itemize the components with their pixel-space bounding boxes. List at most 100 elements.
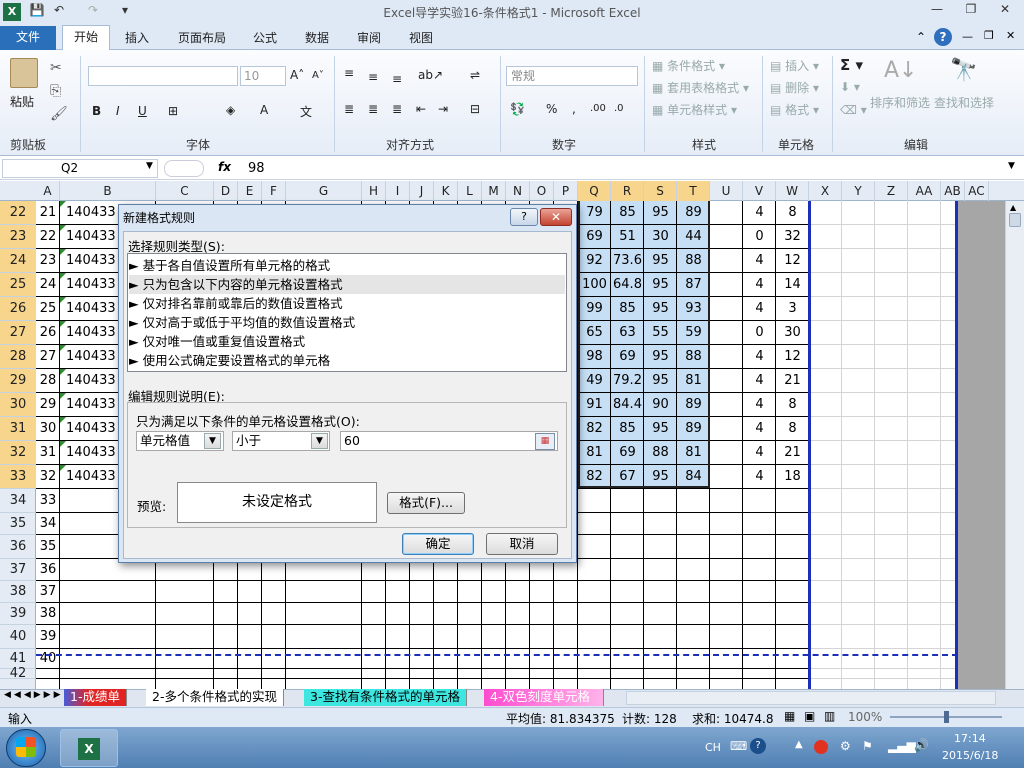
cell-styles-button[interactable]: ▦ 单元格样式 ▾ bbox=[652, 101, 737, 118]
cell-w[interactable]: 21 bbox=[776, 369, 809, 392]
column-header-aa[interactable]: AA bbox=[908, 181, 941, 201]
cut-icon[interactable]: ✂ bbox=[50, 60, 62, 76]
italic-icon[interactable]: I bbox=[116, 104, 120, 118]
cell-v[interactable]: 4 bbox=[743, 201, 776, 224]
cell-v[interactable]: 0 bbox=[743, 225, 776, 248]
column-header-l[interactable]: L bbox=[458, 181, 482, 201]
cell-a[interactable]: 27 bbox=[36, 345, 60, 368]
cell-w[interactable]: 18 bbox=[776, 465, 809, 488]
tab-review[interactable]: 审阅 bbox=[348, 27, 390, 50]
phonetic-icon[interactable]: 文 bbox=[300, 103, 312, 120]
shrink-font-icon[interactable]: A˅ bbox=[312, 70, 324, 81]
cell-a[interactable]: 32 bbox=[36, 465, 60, 488]
cancel-button[interactable]: 取消 bbox=[486, 533, 558, 555]
scroll-up-icon[interactable]: ▲ bbox=[1010, 203, 1016, 212]
cell-v[interactable]: 4 bbox=[743, 297, 776, 320]
column-header-p[interactable]: P bbox=[554, 181, 578, 201]
formula-value[interactable]: 98 bbox=[248, 161, 265, 176]
close-button[interactable]: ✕ bbox=[992, 2, 1018, 20]
cell-a[interactable]: 33 bbox=[36, 489, 60, 512]
ime-help-icon[interactable]: ? bbox=[750, 738, 766, 754]
input-language[interactable]: CH bbox=[705, 741, 721, 754]
cell-v[interactable]: 4 bbox=[743, 273, 776, 296]
cell-a[interactable]: 22 bbox=[36, 225, 60, 248]
name-box-dropdown-icon[interactable]: ▼ bbox=[146, 161, 153, 171]
cell-v[interactable]: 4 bbox=[743, 465, 776, 488]
copy-icon[interactable]: ⎘ bbox=[50, 83, 61, 99]
tab-page-layout[interactable]: 页面布局 bbox=[170, 27, 234, 50]
column-header-d[interactable]: D bbox=[214, 181, 238, 201]
tab-file[interactable]: 文件 bbox=[0, 26, 56, 50]
decrease-decimal-icon[interactable]: .0 bbox=[614, 103, 624, 114]
cell-a[interactable]: 24 bbox=[36, 273, 60, 296]
row-header[interactable]: 23 bbox=[0, 225, 36, 249]
tab-insert[interactable]: 插入 bbox=[116, 27, 158, 50]
column-header-n[interactable]: N bbox=[506, 181, 530, 201]
rule-type-item[interactable]: ► 基于各自值设置所有单元格的格式 bbox=[129, 256, 565, 275]
rule-type-item[interactable]: ► 仅对唯一值或重复值设置格式 bbox=[129, 332, 565, 351]
row-header[interactable]: 39 bbox=[0, 603, 36, 625]
tray-app-icon[interactable]: ⚙ bbox=[840, 739, 851, 753]
align-middle-icon[interactable]: ≡ bbox=[368, 70, 378, 84]
column-header-o[interactable]: O bbox=[530, 181, 554, 201]
cell-v[interactable]: 4 bbox=[743, 345, 776, 368]
cell-w[interactable]: 8 bbox=[776, 417, 809, 440]
doc-close-icon[interactable]: ✕ bbox=[1006, 29, 1015, 42]
cell-a[interactable]: 29 bbox=[36, 393, 60, 416]
cell-value-dropdown-icon[interactable]: ▼ bbox=[204, 433, 221, 449]
sheet-tab-3[interactable]: 3-查找有条件格式的单元格 bbox=[304, 689, 467, 706]
cell-w[interactable]: 21 bbox=[776, 441, 809, 464]
sheet-tab-1[interactable]: 1-成绩单 bbox=[64, 689, 127, 706]
tab-home[interactable]: 开始 bbox=[62, 25, 110, 50]
align-bottom-icon[interactable]: ≡ bbox=[392, 72, 402, 86]
vertical-scrollbar[interactable]: ▲ bbox=[1005, 201, 1024, 689]
border-icon[interactable]: ⊞ bbox=[168, 104, 178, 118]
tab-formulas[interactable]: 公式 bbox=[244, 27, 286, 50]
horizontal-scrollbar[interactable] bbox=[626, 691, 996, 705]
autosum-icon[interactable]: Σ ▾ bbox=[840, 56, 863, 74]
cell-w[interactable]: 8 bbox=[776, 393, 809, 416]
network-icon[interactable]: ▂▄▆ bbox=[888, 739, 916, 753]
row-header[interactable]: 35 bbox=[0, 513, 36, 535]
clock-date[interactable]: 2015/6/18 bbox=[942, 749, 998, 762]
number-format-combo[interactable]: 常规 bbox=[506, 66, 638, 86]
cell-v[interactable]: 4 bbox=[743, 249, 776, 272]
help-icon[interactable]: ? bbox=[934, 28, 952, 46]
row-header[interactable]: 37 bbox=[0, 559, 36, 581]
row-header[interactable]: 29 bbox=[0, 369, 36, 393]
cell-a[interactable]: 38 bbox=[36, 603, 60, 624]
column-header-r[interactable]: R bbox=[611, 181, 644, 201]
wrap-text-icon[interactable]: ⇌ bbox=[470, 68, 480, 82]
row-header[interactable]: 25 bbox=[0, 273, 36, 297]
row-header[interactable]: 33 bbox=[0, 465, 36, 489]
row-header[interactable]: 26 bbox=[0, 297, 36, 321]
cell-a[interactable]: 35 bbox=[36, 535, 60, 558]
cell-a[interactable]: 21 bbox=[36, 201, 60, 224]
cell-a[interactable]: 34 bbox=[36, 513, 60, 534]
row-header[interactable]: 40 bbox=[0, 625, 36, 649]
rule-type-item[interactable]: ► 仅对高于或低于平均值的数值设置格式 bbox=[129, 313, 565, 332]
cell-a[interactable]: 31 bbox=[36, 441, 60, 464]
taskbar-excel-button[interactable]: X bbox=[60, 729, 118, 767]
cell-w[interactable]: 14 bbox=[776, 273, 809, 296]
cell-v[interactable]: 4 bbox=[743, 417, 776, 440]
clock-time[interactable]: 17:14 bbox=[954, 732, 986, 745]
orientation-icon[interactable]: ab↗ bbox=[418, 68, 443, 82]
column-header-f[interactable]: F bbox=[262, 181, 286, 201]
format-button[interactable]: 格式(F)... bbox=[387, 492, 465, 514]
cell-v[interactable]: 0 bbox=[743, 321, 776, 344]
normal-view-icon[interactable]: ▦ bbox=[784, 709, 795, 723]
column-header-ac[interactable]: AC bbox=[965, 181, 989, 201]
tray-alert-icon[interactable] bbox=[814, 740, 828, 754]
page-break-view-icon[interactable]: ▥ bbox=[824, 709, 835, 723]
cell-v[interactable]: 4 bbox=[743, 369, 776, 392]
column-header-w[interactable]: W bbox=[776, 181, 809, 201]
increase-decimal-icon[interactable]: .00 bbox=[590, 103, 606, 114]
minimize-button[interactable]: — bbox=[924, 2, 950, 20]
clear-icon[interactable]: ⌫ ▾ bbox=[840, 103, 867, 117]
merge-center-icon[interactable]: ⊟ bbox=[470, 102, 480, 116]
align-center-icon[interactable]: ≣ bbox=[368, 102, 378, 116]
column-header-b[interactable]: B bbox=[60, 181, 156, 201]
cell-a[interactable] bbox=[36, 669, 60, 678]
font-name-combo[interactable] bbox=[88, 66, 238, 86]
